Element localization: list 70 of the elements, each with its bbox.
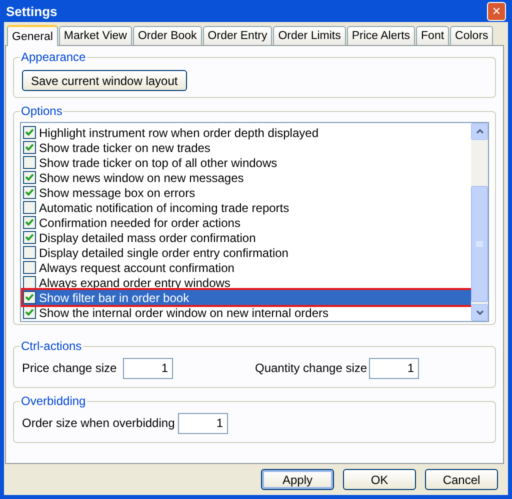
- option-item[interactable]: Show trade ticker on new trades: [23, 140, 471, 155]
- checkbox[interactable]: [23, 231, 36, 244]
- close-button[interactable]: ✕: [487, 2, 506, 20]
- option-label: Highlight instrument row when order depth displayed: [39, 126, 318, 140]
- option-item[interactable]: Always request account confirmation: [23, 260, 471, 275]
- option-label: Show message box on errors: [39, 186, 196, 200]
- option-item[interactable]: Show message box on errors: [23, 185, 471, 200]
- save-layout-button[interactable]: Save current window layout: [22, 70, 187, 91]
- option-label: Automatic notification of incoming trade reports: [39, 200, 290, 214]
- checkbox[interactable]: [23, 246, 36, 259]
- field-label: Price change size: [22, 361, 118, 375]
- scrollbar[interactable]: [471, 123, 488, 321]
- checkbox[interactable]: [23, 216, 36, 229]
- group-title: Overbidding: [20, 394, 87, 408]
- field-label: Order size when overbidding: [22, 416, 176, 430]
- option-item[interactable]: Display detailed single order entry confirmation: [23, 245, 471, 260]
- tab[interactable]: Order Book: [132, 26, 202, 45]
- tab[interactable]: Price Alerts: [346, 26, 416, 45]
- group-title: Options: [20, 104, 64, 118]
- option-item[interactable]: Show the internal order window on new internal orders: [23, 305, 471, 320]
- option-label: Display detailed single order entry confirmation: [39, 246, 288, 260]
- tab[interactable]: Order Limits: [273, 26, 346, 45]
- option-item[interactable]: Show news window on new messages: [23, 170, 471, 185]
- chevron-down-icon: [476, 310, 484, 315]
- checkbox[interactable]: [23, 261, 36, 274]
- checkbox[interactable]: [23, 186, 36, 199]
- number-field[interactable]: 1: [123, 358, 173, 378]
- scroll-up-button[interactable]: [471, 123, 488, 140]
- number-field[interactable]: 1: [178, 412, 228, 434]
- tab[interactable]: Order Entry: [202, 26, 272, 45]
- group-title: Ctrl-actions: [20, 339, 83, 353]
- option-label: Display detailed mass order confirmation: [39, 230, 256, 244]
- dialog-button[interactable]: Cancel: [425, 469, 498, 490]
- window-title: Settings: [6, 4, 58, 18]
- option-label: Show the internal order window on new internal orders: [39, 306, 328, 320]
- option-item[interactable]: Confirmation needed for order actions: [23, 215, 471, 230]
- scroll-thumb[interactable]: [471, 186, 488, 302]
- group-title: Appearance: [20, 50, 87, 64]
- option-label: Confirmation needed for order actions: [39, 216, 240, 230]
- option-item[interactable]: Show trade ticker on top of all other windows: [23, 155, 471, 170]
- dialog-button[interactable]: OK: [343, 469, 416, 490]
- option-label: Always request account confirmation: [39, 260, 234, 274]
- option-item[interactable]: Automatic notification of incoming trade reports: [23, 200, 471, 215]
- option-item[interactable]: Highlight instrument row when order depth displayed: [23, 125, 471, 140]
- option-item[interactable]: Always expand order entry windows: [23, 275, 471, 290]
- option-label: Show trade ticker on new trades: [39, 140, 210, 154]
- option-label: Show news window on new messages: [39, 170, 244, 184]
- tab[interactable]: Colors: [450, 26, 494, 45]
- option-label: Show filter bar in order book: [39, 290, 190, 304]
- dialog-button[interactable]: Apply: [261, 469, 334, 490]
- tab[interactable]: Font: [416, 26, 450, 45]
- number-field[interactable]: 1: [369, 358, 419, 378]
- checkbox[interactable]: [23, 276, 36, 289]
- checkbox[interactable]: [23, 306, 36, 319]
- checkbox[interactable]: [23, 156, 36, 169]
- checkbox[interactable]: [23, 171, 36, 184]
- field-label: Quantity change size: [255, 361, 368, 375]
- grip-icon: [476, 240, 483, 248]
- chevron-up-icon: [476, 129, 484, 134]
- tab[interactable]: Market View: [58, 26, 132, 45]
- checkbox[interactable]: [23, 201, 36, 214]
- tab[interactable]: General: [7, 25, 58, 46]
- checkbox[interactable]: [23, 126, 36, 139]
- checkbox[interactable]: [23, 141, 36, 154]
- checkbox[interactable]: [23, 291, 36, 304]
- option-label: Always expand order entry windows: [39, 276, 230, 290]
- option-label: Show trade ticker on top of all other windows: [39, 156, 278, 170]
- option-item[interactable]: Display detailed mass order confirmation: [23, 230, 471, 245]
- option-item[interactable]: Show filter bar in order book: [23, 290, 471, 305]
- scroll-down-button[interactable]: [471, 304, 488, 321]
